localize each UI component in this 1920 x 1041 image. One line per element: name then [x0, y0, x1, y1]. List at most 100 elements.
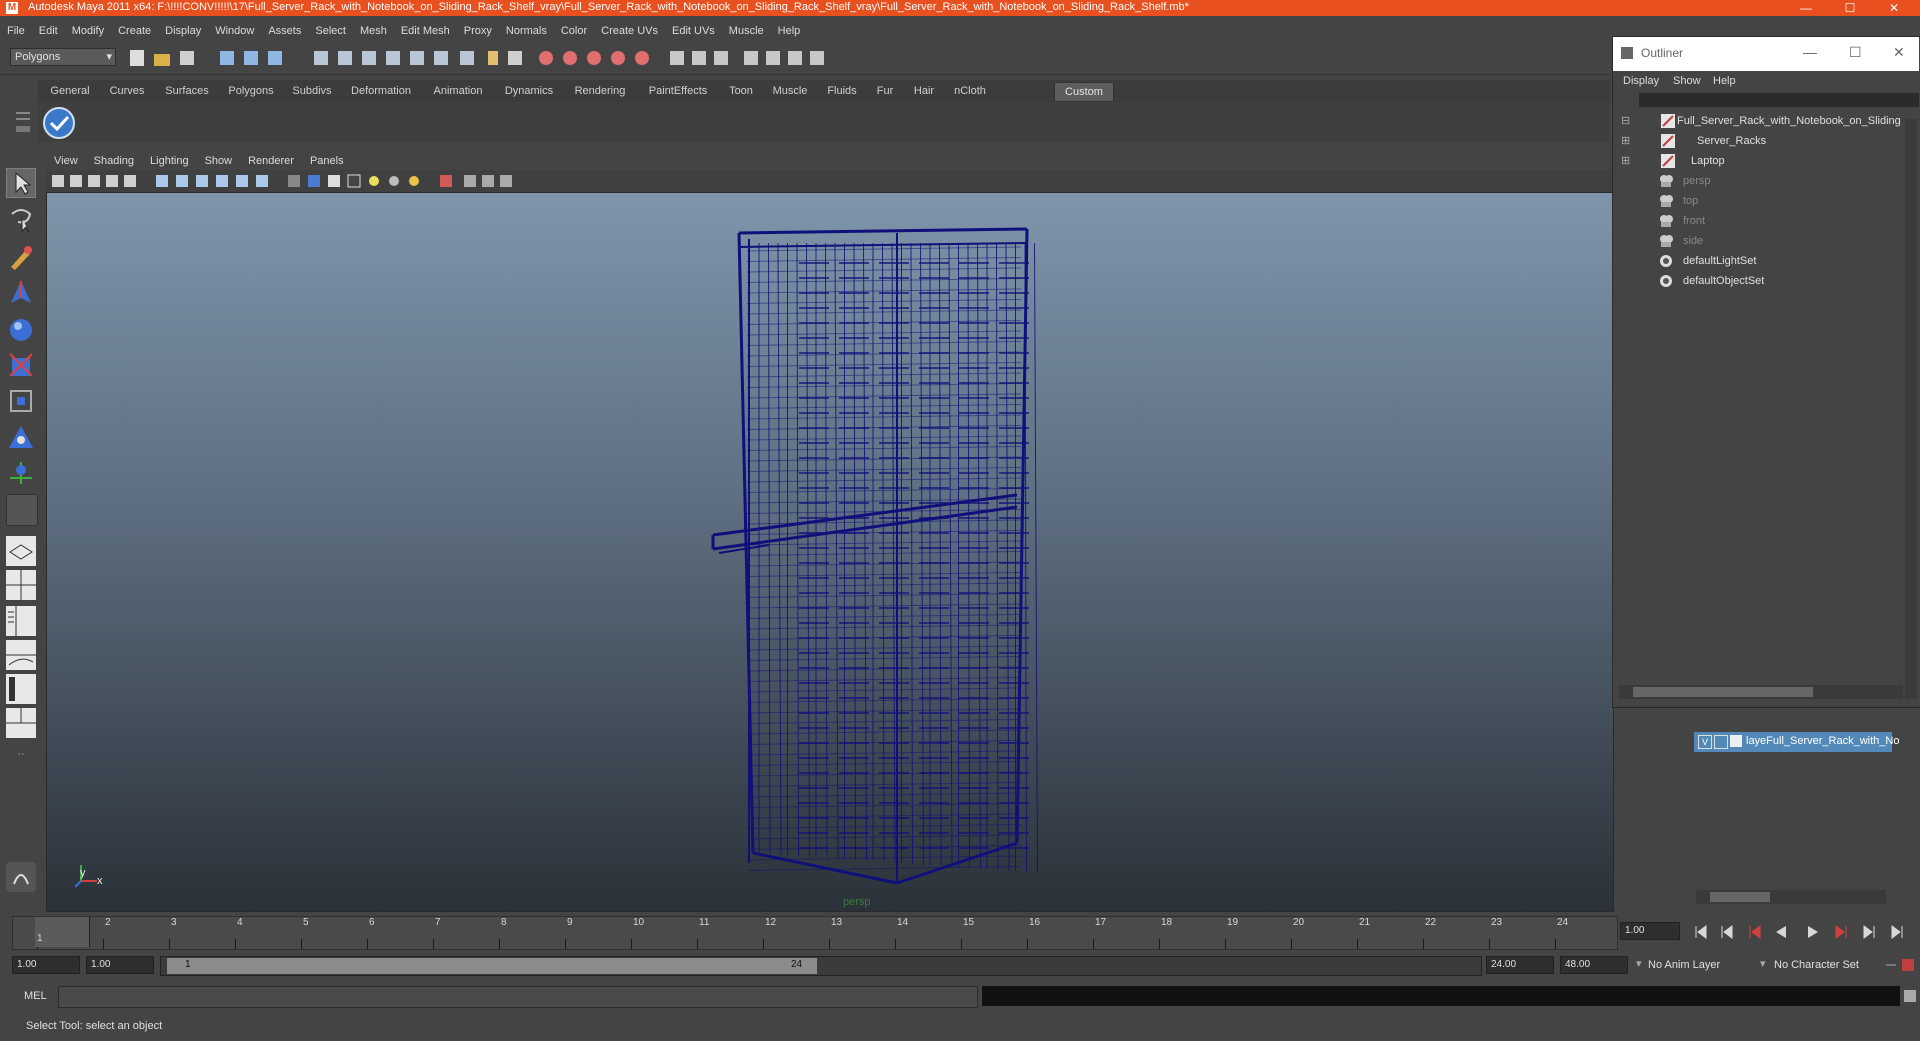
- shelf-checkmark-icon[interactable]: [42, 106, 76, 140]
- shelf-tab-hair[interactable]: Hair: [904, 82, 944, 100]
- script-editor-icon[interactable]: [1904, 990, 1916, 1002]
- range-slider-track[interactable]: 1 24: [160, 956, 1482, 976]
- status-line-toolbar[interactable]: [124, 48, 1584, 70]
- shelf-tab-fur[interactable]: Fur: [868, 82, 902, 100]
- menu-select[interactable]: Select: [308, 20, 353, 42]
- persp-outliner-layout-icon[interactable]: [6, 606, 36, 636]
- single-perspective-layout-icon[interactable]: [6, 536, 36, 566]
- current-time-field[interactable]: 1.00: [1620, 922, 1680, 940]
- outliner-vertical-scrollbar[interactable]: [1905, 119, 1917, 699]
- menu-create-uvs[interactable]: Create UVs: [594, 20, 665, 42]
- outliner-close-button[interactable]: ✕: [1893, 44, 1905, 61]
- shelf-tab-deformation[interactable]: Deformation: [342, 82, 420, 100]
- menu-proxy[interactable]: Proxy: [457, 20, 499, 42]
- shelf-tab-ncloth[interactable]: nCloth: [946, 82, 994, 100]
- shelf-tab-rendering[interactable]: Rendering: [564, 82, 636, 100]
- lasso-tool-icon[interactable]: [6, 204, 36, 234]
- outliner-item-laptop[interactable]: ⊞ Laptop: [1621, 151, 1903, 171]
- playback-start-field[interactable]: 1.00: [86, 956, 154, 974]
- scale-tool-icon[interactable]: [6, 350, 36, 380]
- animation-start-field[interactable]: 1.00: [12, 956, 80, 974]
- auto-key-icons[interactable]: [1884, 958, 1916, 972]
- menu-mesh[interactable]: Mesh: [353, 20, 394, 42]
- outliner-item-default-object-set[interactable]: defaultObjectSet: [1621, 271, 1903, 291]
- rotate-tool-icon[interactable]: [6, 314, 36, 344]
- select-tool-icon[interactable]: [6, 168, 36, 198]
- menu-window[interactable]: Window: [208, 20, 261, 42]
- panel-menu-renderer[interactable]: Renderer: [240, 152, 302, 170]
- outliner-item-side[interactable]: side: [1621, 231, 1903, 251]
- shelf-tab-animation[interactable]: Animation: [422, 82, 494, 100]
- anim-layer-selector[interactable]: No Anim Layer: [1648, 956, 1752, 974]
- panel-menu-lighting[interactable]: Lighting: [142, 152, 197, 170]
- menu-normals[interactable]: Normals: [499, 20, 554, 42]
- show-manipulator-icon[interactable]: [6, 458, 36, 488]
- command-language-label[interactable]: MEL: [24, 990, 47, 1002]
- menu-file[interactable]: File: [0, 20, 32, 42]
- shelf-tab-muscle[interactable]: Muscle: [764, 82, 816, 100]
- playback-end-field[interactable]: 24.00: [1486, 956, 1554, 974]
- outliner-item-top[interactable]: top: [1621, 191, 1903, 211]
- persp-graph-layout-icon[interactable]: [6, 640, 36, 670]
- last-used-tool-slot[interactable]: [6, 494, 38, 526]
- expand-icon[interactable]: ⊞: [1621, 151, 1630, 171]
- expand-collapse-icon[interactable]: ⊟: [1621, 111, 1630, 131]
- menu-muscle[interactable]: Muscle: [722, 20, 771, 42]
- menu-color[interactable]: Color: [554, 20, 594, 42]
- universal-manipulator-icon[interactable]: [6, 386, 36, 416]
- menu-create[interactable]: Create: [111, 20, 158, 42]
- animation-end-field[interactable]: 48.00: [1560, 956, 1628, 974]
- menu-set-selector[interactable]: Polygons ▾: [10, 48, 116, 66]
- command-input[interactable]: [58, 986, 978, 1008]
- outliner-item-front[interactable]: front: [1621, 211, 1903, 231]
- playback-controls[interactable]: [1692, 924, 1918, 940]
- server-rack-wireframe[interactable]: [47, 193, 1614, 912]
- range-slider-handle[interactable]: 1 24: [167, 958, 817, 974]
- shelf-tab-custom[interactable]: Custom: [1054, 82, 1114, 102]
- minimize-button[interactable]: —: [1784, 0, 1828, 16]
- hypershade-persp-layout-icon[interactable]: [6, 674, 36, 704]
- time-slider[interactable]: 123456789101112131415161718192021222324 …: [12, 916, 1618, 950]
- outliner-item-default-light-set[interactable]: defaultLightSet: [1621, 251, 1903, 271]
- menu-edit[interactable]: Edit: [32, 20, 65, 42]
- menu-edit-uvs[interactable]: Edit UVs: [665, 20, 722, 42]
- shelf-tab-curves[interactable]: Curves: [100, 82, 154, 100]
- toolbox-more-icon[interactable]: ··: [6, 748, 36, 768]
- menu-modify[interactable]: Modify: [65, 20, 111, 42]
- outliner-item-root[interactable]: ⊟ Full_Server_Rack_with_Notebook_on_Slid…: [1621, 111, 1903, 131]
- outliner-menu-display[interactable]: Display: [1623, 75, 1659, 87]
- outliner-maximize-button[interactable]: ☐: [1849, 44, 1862, 61]
- layer-visibility-toggle[interactable]: V: [1698, 735, 1712, 749]
- shelf-tab-general[interactable]: General: [42, 82, 98, 100]
- shelf-tab-surfaces[interactable]: Surfaces: [156, 82, 218, 100]
- maximize-button[interactable]: ☐: [1828, 0, 1872, 16]
- soft-modification-icon[interactable]: [6, 422, 36, 452]
- panel-menu-show[interactable]: Show: [197, 152, 241, 170]
- close-button[interactable]: ✕: [1872, 0, 1916, 16]
- paint-select-tool-icon[interactable]: [6, 242, 36, 272]
- expand-icon[interactable]: ⊞: [1621, 131, 1630, 151]
- shelf-menu-icon[interactable]: [14, 108, 34, 140]
- four-view-layout-icon[interactable]: [6, 570, 36, 600]
- layer-scroll-thumb[interactable]: [1710, 892, 1770, 902]
- menu-edit-mesh[interactable]: Edit Mesh: [394, 20, 457, 42]
- shelf-tab-toon[interactable]: Toon: [720, 82, 762, 100]
- outliner-filter-field[interactable]: [1639, 93, 1919, 107]
- outliner-minimize-button[interactable]: —: [1803, 44, 1817, 60]
- move-tool-icon[interactable]: [6, 278, 36, 308]
- shelf-tab-painteffects[interactable]: PaintEffects: [638, 82, 718, 100]
- outliner-scroll-thumb[interactable]: [1633, 687, 1813, 697]
- panel-menu-shading[interactable]: Shading: [86, 152, 142, 170]
- layer-display-type-toggle[interactable]: [1714, 735, 1728, 749]
- shelf-tab-polygons[interactable]: Polygons: [220, 82, 282, 100]
- menu-display[interactable]: Display: [158, 20, 208, 42]
- outliner-horizontal-scrollbar[interactable]: [1619, 685, 1903, 699]
- panel-menu-panels[interactable]: Panels: [302, 152, 352, 170]
- shelf-tab-subdivs[interactable]: Subdivs: [284, 82, 340, 100]
- panel-toolbar-icons[interactable]: [52, 173, 572, 189]
- outliner-menu-help[interactable]: Help: [1713, 75, 1736, 87]
- menu-help[interactable]: Help: [771, 20, 808, 42]
- character-set-selector[interactable]: No Character Set: [1774, 956, 1884, 974]
- menu-assets[interactable]: Assets: [261, 20, 308, 42]
- perspective-viewport[interactable]: persp y x: [46, 192, 1614, 912]
